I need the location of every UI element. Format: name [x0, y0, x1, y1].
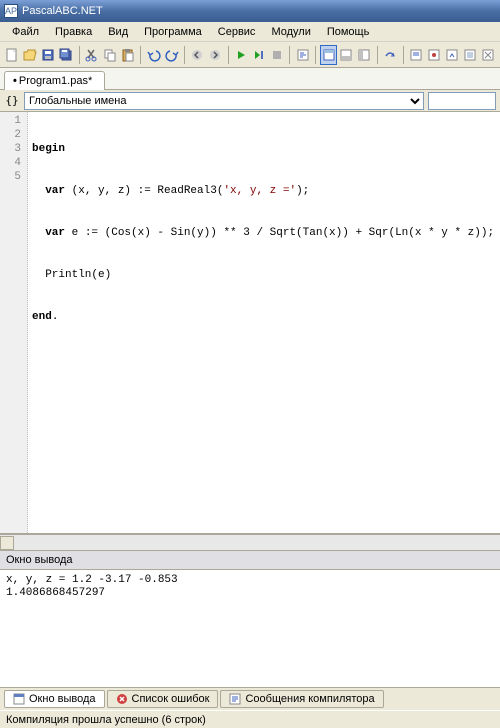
view-mode-3-icon[interactable] — [356, 45, 373, 65]
menu-program[interactable]: Программа — [136, 24, 210, 40]
stop-icon[interactable] — [269, 45, 286, 65]
run-no-debug-icon[interactable] — [251, 45, 268, 65]
step-over-icon[interactable] — [382, 45, 399, 65]
new-file-icon[interactable] — [4, 45, 21, 65]
menu-edit[interactable]: Правка — [47, 24, 100, 40]
menu-view[interactable]: Вид — [100, 24, 136, 40]
tab-output[interactable]: Окно вывода — [4, 690, 105, 708]
scroll-left-icon[interactable] — [0, 536, 14, 550]
tab-compiler[interactable]: Сообщения компилятора — [220, 690, 383, 708]
nav-forward-icon[interactable] — [207, 45, 224, 65]
view-mode-1-icon[interactable] — [320, 45, 337, 65]
toggle-1-icon[interactable] — [407, 45, 424, 65]
errors-tab-icon — [116, 693, 128, 705]
menu-modules[interactable]: Модули — [263, 24, 318, 40]
toolbar-separator — [79, 46, 80, 64]
compile-icon[interactable] — [294, 45, 311, 65]
scope-icon: {} — [4, 93, 20, 109]
toolbar-separator — [289, 46, 290, 64]
tab-program1[interactable]: • Program1.pas* — [4, 71, 105, 90]
toolbar-separator — [140, 46, 141, 64]
output-panel[interactable]: x, y, z = 1.2 -3.17 -0.853 1.40868684572… — [0, 570, 500, 688]
compiler-tab-icon — [229, 693, 241, 705]
toolbar-separator — [184, 46, 185, 64]
undo-icon[interactable] — [145, 45, 162, 65]
status-text: Компиляция прошла успешно (6 строк) — [6, 714, 206, 726]
bottom-tabs: Окно вывода Список ошибок Сообщения комп… — [0, 688, 500, 710]
open-file-icon[interactable] — [22, 45, 39, 65]
copy-icon[interactable] — [102, 45, 119, 65]
redo-icon[interactable] — [163, 45, 180, 65]
menu-help[interactable]: Помощь — [319, 24, 378, 40]
file-tabs: • Program1.pas* — [0, 68, 500, 90]
toggle-2-icon[interactable] — [425, 45, 442, 65]
view-mode-2-icon[interactable] — [338, 45, 355, 65]
window-title: PascalABC.NET — [22, 5, 103, 17]
menu-service[interactable]: Сервис — [210, 24, 264, 40]
scope-right-box[interactable] — [428, 92, 496, 110]
toolbar-separator — [315, 46, 316, 64]
scope-dropdown[interactable]: Глобальные имена — [24, 92, 424, 110]
titlebar: AP PascalABC.NET — [0, 0, 500, 22]
app-icon: AP — [4, 4, 18, 18]
line-gutter: 1 2 3 4 5 — [0, 112, 28, 533]
toolbar-separator — [228, 46, 229, 64]
output-tab-icon — [13, 693, 25, 705]
toolbar — [0, 42, 500, 68]
output-panel-header: Окно вывода — [0, 550, 500, 570]
toggle-3-icon[interactable] — [443, 45, 460, 65]
toggle-4-icon[interactable] — [461, 45, 478, 65]
code-editor[interactable]: 1 2 3 4 5 begin var (x, y, z) := ReadRea… — [0, 112, 500, 534]
run-icon[interactable] — [233, 45, 250, 65]
save-icon[interactable] — [40, 45, 57, 65]
statusbar: Компиляция прошла успешно (6 строк) — [0, 710, 500, 728]
paste-icon[interactable] — [119, 45, 136, 65]
horizontal-scrollbar[interactable] — [0, 534, 500, 550]
toolbar-separator — [377, 46, 378, 64]
toolbar-separator — [403, 46, 404, 64]
menu-file[interactable]: Файл — [4, 24, 47, 40]
cut-icon[interactable] — [84, 45, 101, 65]
tab-label: Program1.pas* — [19, 75, 92, 87]
menubar: Файл Правка Вид Программа Сервис Модули … — [0, 22, 500, 42]
modified-dot: • — [13, 75, 17, 87]
toggle-5-icon[interactable] — [479, 45, 496, 65]
tab-errors[interactable]: Список ошибок — [107, 690, 219, 708]
scope-bar: {} Глобальные имена — [0, 90, 500, 112]
code-content[interactable]: begin var (x, y, z) := ReadReal3('x, y, … — [28, 112, 500, 533]
nav-back-icon[interactable] — [189, 45, 206, 65]
save-all-icon[interactable] — [58, 45, 75, 65]
